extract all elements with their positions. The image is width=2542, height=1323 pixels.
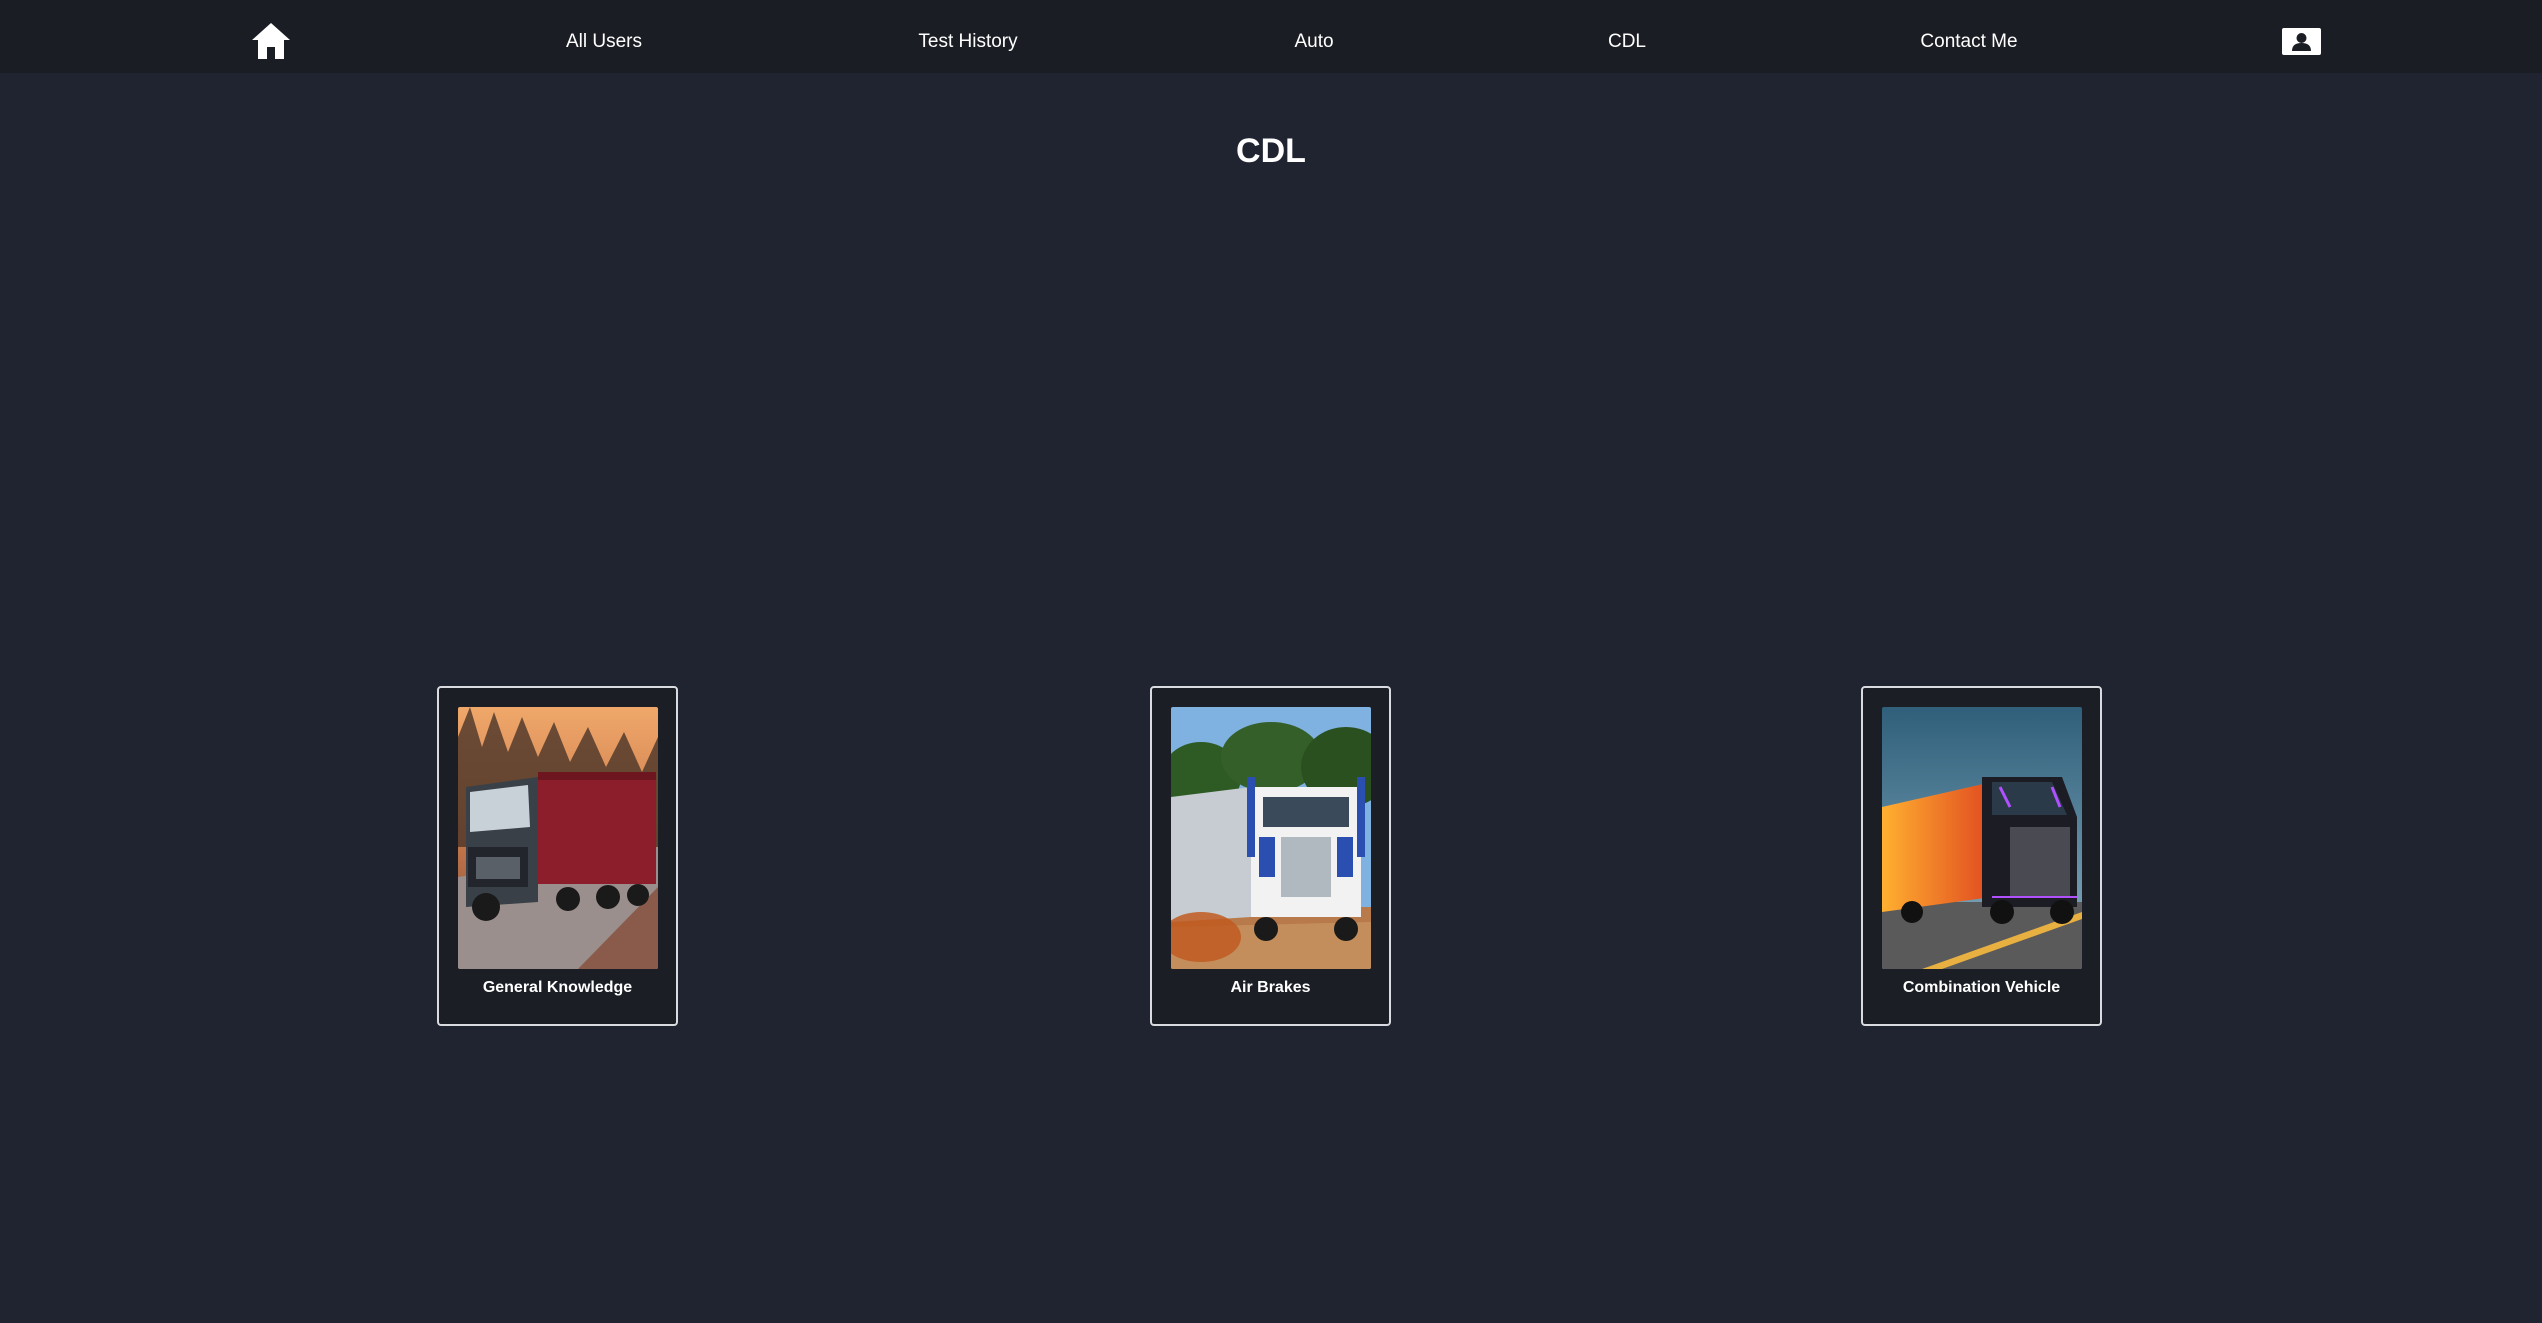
- futuristic-orange-truck-highway-image: [1882, 707, 2082, 969]
- card-general-knowledge[interactable]: General Knowledge: [437, 686, 678, 1026]
- red-trailer-truck-forest-image: [458, 707, 658, 969]
- home-icon[interactable]: [250, 21, 292, 61]
- profile-card-icon[interactable]: [2282, 28, 2321, 55]
- card-label: Combination Vehicle: [1902, 979, 2061, 996]
- nav-link-test-history[interactable]: Test History: [918, 0, 1017, 84]
- card-combination-vehicle[interactable]: Combination Vehicle: [1861, 686, 2102, 1026]
- nav-link-cdl[interactable]: CDL: [1608, 0, 1646, 84]
- nav-link-contact-me[interactable]: Contact Me: [1920, 0, 2017, 84]
- white-semi-truck-dirt-road-image: [1171, 707, 1371, 969]
- nav-link-all-users[interactable]: All Users: [566, 0, 642, 84]
- nav-link-auto[interactable]: Auto: [1294, 0, 1333, 84]
- top-navbar: All Users Test History Auto CDL Contact …: [0, 0, 2542, 73]
- page-title: CDL: [1236, 132, 1306, 170]
- card-air-brakes[interactable]: Air Brakes: [1150, 686, 1391, 1026]
- card-label: Air Brakes: [1230, 979, 1311, 996]
- card-label: General Knowledge: [482, 979, 633, 996]
